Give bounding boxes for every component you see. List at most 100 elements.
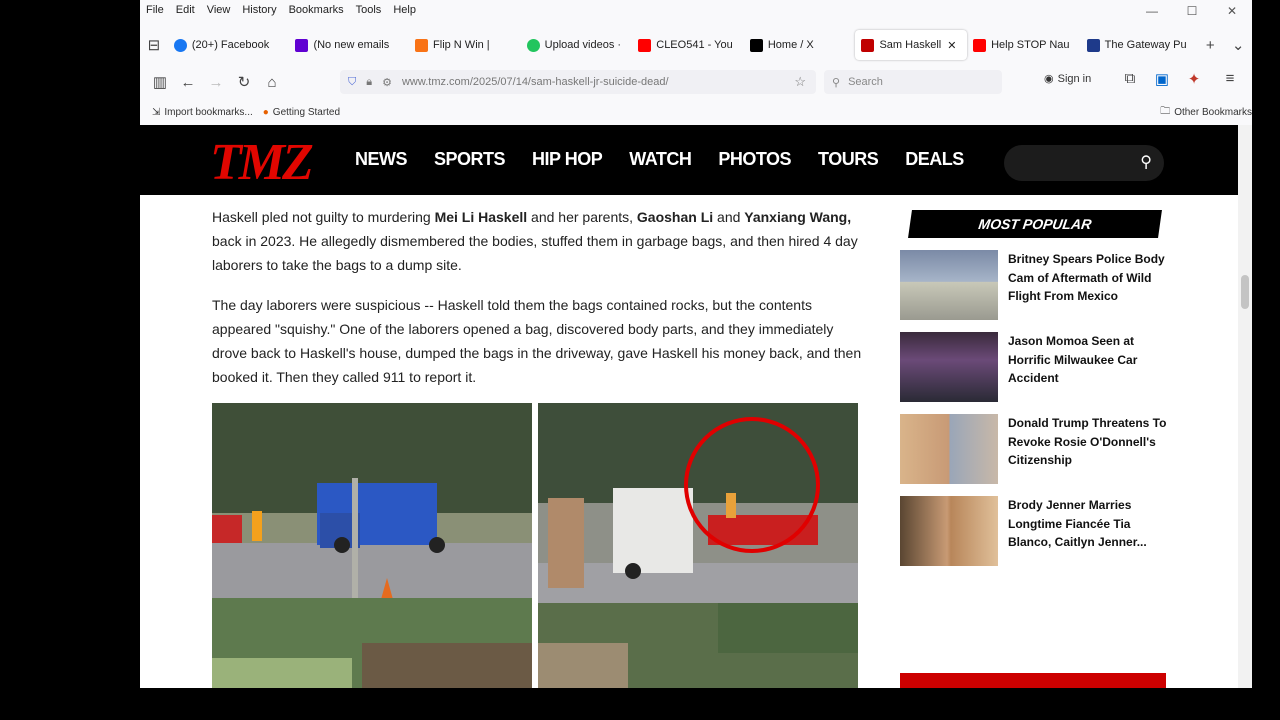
text: and her parents, — [527, 209, 637, 225]
article-paragraph-2: The day laborers were suspicious -- Hask… — [212, 297, 862, 385]
menu-edit[interactable]: Edit — [176, 4, 195, 16]
tab-label: Flip N Win | — [433, 39, 490, 51]
getting-started-link[interactable]: Getting Started — [273, 107, 340, 118]
tab-label: Help STOP Nau — [991, 39, 1070, 51]
tmz-logo[interactable]: TMZ — [210, 133, 314, 192]
search-input[interactable]: ⚲ Search — [824, 70, 1002, 94]
menu-view[interactable]: View — [207, 4, 231, 16]
menu-icon[interactable]: ≡ — [1216, 70, 1244, 87]
article-paragraph-1: Haskell pled not guilty to murdering Mei… — [212, 205, 862, 277]
extensions-icon[interactable]: ⧉ — [1116, 70, 1144, 87]
popular-item[interactable]: Brody Jenner Marries Longtime Fiancée Ti… — [900, 496, 1170, 566]
menu-help[interactable]: Help — [393, 4, 416, 16]
tab-youtube[interactable]: CLEO541 - You — [632, 30, 744, 60]
home-icon[interactable]: ⌂ — [258, 74, 286, 91]
nav-tours[interactable]: TOURS — [818, 149, 879, 170]
shield-icon: ⛉ — [348, 75, 357, 88]
bookmarks-toolbar: ⇲ Import bookmarks... ● Getting Started … — [140, 101, 1252, 123]
text: Haskell pled not guilty to murdering — [212, 209, 435, 225]
web-page: TMZ NEWS SPORTS HIP HOP WATCH PHOTOS TOU… — [140, 125, 1238, 688]
scrollbar[interactable] — [1238, 125, 1252, 688]
name-yanxiang: Yanxiang Wang, — [744, 209, 852, 225]
bookmark-star-icon[interactable]: ☆ — [794, 74, 806, 90]
new-tab-icon[interactable]: + — [1196, 37, 1224, 54]
gateway-icon — [1086, 38, 1100, 52]
popular-thumbnail[interactable] — [900, 332, 998, 402]
tab-x[interactable]: Home / X — [744, 30, 856, 60]
tmz-header: TMZ NEWS SPORTS HIP HOP WATCH PHOTOS TOU… — [140, 125, 1238, 195]
youtube-icon — [973, 38, 987, 52]
menu-bar: File Edit View History Bookmarks Tools H… — [140, 0, 1252, 20]
tab-flipnwin[interactable]: Flip N Win | — [409, 30, 521, 60]
sign-in-button[interactable]: ◉ Sign in — [1044, 72, 1091, 86]
flipnwin-icon — [415, 38, 429, 52]
megaphone-icon[interactable]: ✦ — [1180, 70, 1208, 88]
search-placeholder: Search — [848, 76, 883, 88]
nav-news[interactable]: NEWS — [355, 149, 408, 170]
tab-overview-icon[interactable]: ⊟ — [140, 36, 168, 54]
popular-thumbnail[interactable] — [900, 496, 998, 566]
tab-label: Sam Haskell — [879, 39, 942, 51]
popular-item-title[interactable]: Jason Momoa Seen at Horrific Milwaukee C… — [1008, 332, 1168, 402]
other-bookmarks-link[interactable]: Other Bookmarks — [1174, 107, 1252, 118]
tmz-search-input[interactable]: ⚲ — [1004, 145, 1164, 181]
url-bar[interactable]: ⛉ 🔒︎ ⚙ www.tmz.com/2025/07/14/sam-haskel… — [340, 70, 816, 94]
nav-sports[interactable]: SPORTS — [434, 149, 506, 170]
sidebar-icon[interactable]: ▥ — [146, 73, 174, 91]
search-icon: ⚲ — [832, 76, 841, 89]
reload-icon[interactable]: ↻ — [230, 73, 258, 91]
name-mei-li: Mei Li Haskell — [434, 209, 528, 225]
url-text: www.tmz.com/2025/07/14/sam-haskell-jr-su… — [401, 76, 669, 88]
tab-email[interactable]: (No new emails — [289, 30, 409, 60]
popular-item-title[interactable]: Donald Trump Threatens To Revoke Rosie O… — [1008, 414, 1168, 484]
close-window-button[interactable]: ✕ — [1212, 0, 1252, 22]
account-icon: ◉ — [1044, 73, 1054, 85]
most-popular-sidebar: MOST POPULAR Britney Spears Police Body … — [900, 210, 1170, 566]
menu-bookmarks[interactable]: Bookmarks — [289, 4, 344, 16]
addon-icon[interactable]: ▣ — [1148, 70, 1176, 88]
maximize-button[interactable]: ☐ — [1172, 0, 1212, 22]
import-bookmarks-link[interactable]: Import bookmarks... — [164, 107, 252, 118]
popular-thumbnail[interactable] — [900, 414, 998, 484]
firefox-icon: ● — [262, 106, 269, 118]
tab-help-stop[interactable]: Help STOP Nau — [967, 30, 1081, 60]
menu-tools[interactable]: Tools — [356, 4, 382, 16]
menu-history[interactable]: History — [242, 4, 276, 16]
back-icon[interactable]: ← — [174, 74, 202, 91]
popular-item-title[interactable]: Britney Spears Police Body Cam of Afterm… — [1008, 250, 1168, 320]
name-gaoshan: Gaoshan Li — [636, 209, 714, 225]
folder-icon: 🗀︎ — [1160, 105, 1171, 117]
popular-item-title[interactable]: Brody Jenner Marries Longtime Fiancée Ti… — [1008, 496, 1168, 566]
popular-item[interactable]: Jason Momoa Seen at Horrific Milwaukee C… — [900, 332, 1170, 402]
nav-hip-hop[interactable]: HIP HOP — [532, 149, 603, 170]
forward-icon[interactable]: → — [202, 74, 230, 91]
tab-facebook[interactable]: (20+) Facebook — [168, 30, 290, 60]
ad-banner[interactable] — [900, 673, 1166, 688]
scrollbar-thumb[interactable] — [1241, 275, 1249, 309]
import-icon: ⇲ — [152, 106, 161, 118]
menu-file[interactable]: File — [146, 4, 164, 16]
close-tab-icon[interactable]: ✕ — [947, 39, 956, 52]
search-icon[interactable]: ⚲ — [1140, 152, 1152, 172]
tab-label: (20+) Facebook — [191, 39, 270, 51]
tmz-nav: NEWS SPORTS HIP HOP WATCH PHOTOS TOURS D… — [355, 149, 991, 170]
minimize-button[interactable]: — — [1132, 0, 1172, 22]
photo-right[interactable] — [538, 403, 858, 688]
tab-sam-haskell[interactable]: Sam Haskell ✕ — [855, 30, 968, 60]
nav-photos[interactable]: PHOTOS — [718, 149, 791, 170]
chevron-down-icon[interactable]: ⌄ — [1224, 36, 1252, 54]
tab-gateway[interactable]: The Gateway Pu — [1081, 30, 1197, 60]
popular-item[interactable]: Donald Trump Threatens To Revoke Rosie O… — [900, 414, 1170, 484]
nav-watch[interactable]: WATCH — [629, 149, 692, 170]
most-popular-heading: MOST POPULAR — [908, 210, 1162, 238]
window-controls: — ☐ ✕ — [1132, 0, 1252, 22]
popular-thumbnail[interactable] — [900, 250, 998, 320]
mail-icon — [295, 38, 309, 52]
popular-item[interactable]: Britney Spears Police Body Cam of Afterm… — [900, 250, 1170, 320]
tab-upload[interactable]: Upload videos · — [521, 30, 633, 60]
tab-label: (No new emails — [313, 39, 390, 51]
tab-label: CLEO541 - You — [656, 39, 733, 51]
nav-deals[interactable]: DEALS — [905, 149, 964, 170]
photo-left[interactable] — [212, 403, 532, 688]
nav-bar: ▥ ← → ↻ ⌂ ⛉ 🔒︎ ⚙ www.tmz.com/2025/07/14/… — [140, 66, 1252, 98]
